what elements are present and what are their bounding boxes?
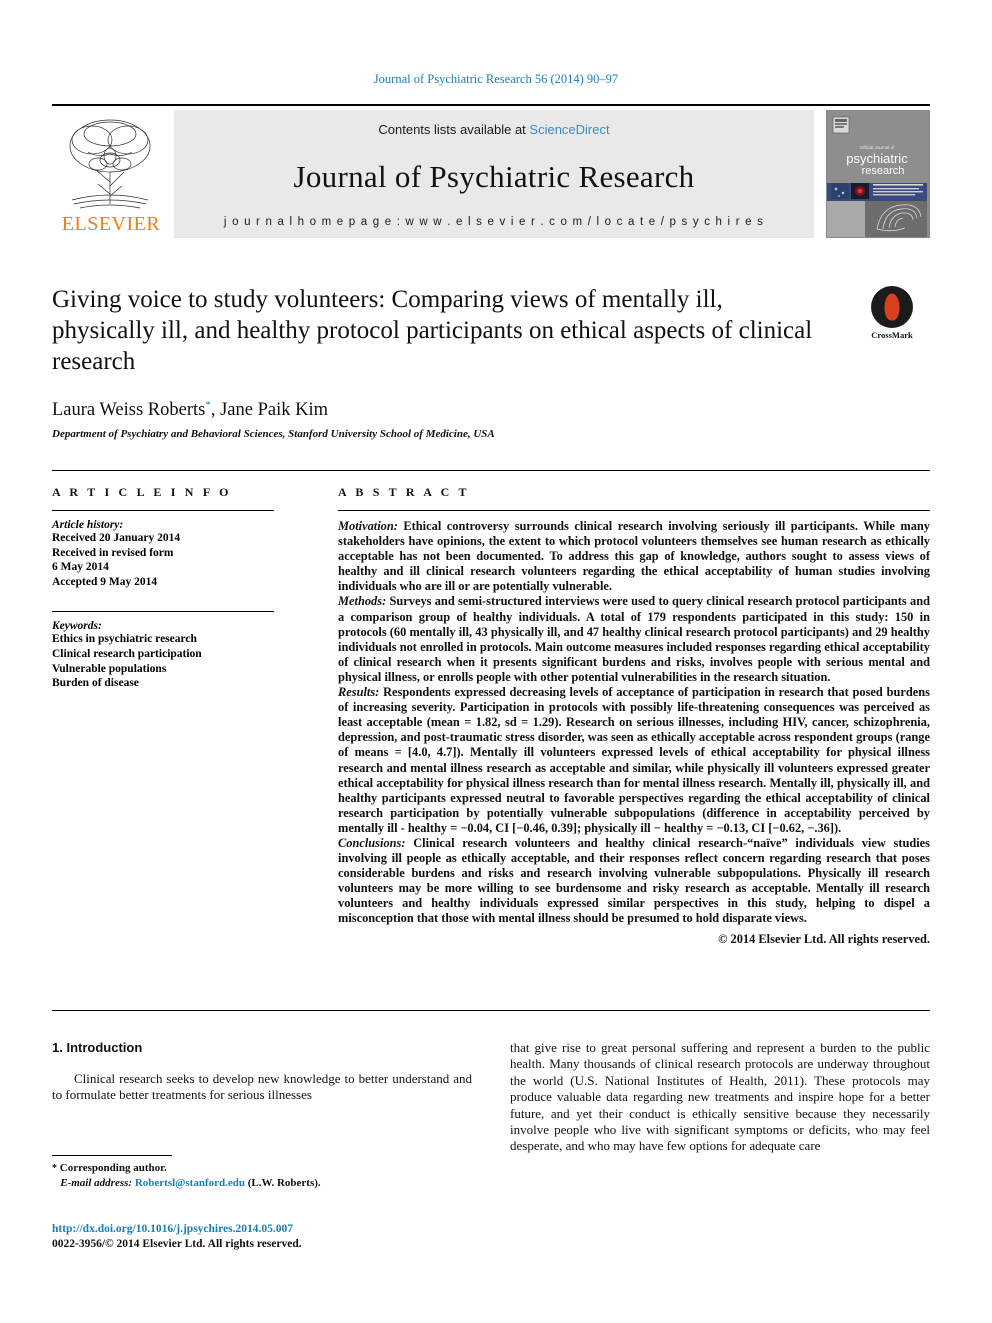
info-abstract-region: A R T I C L E I N F O Article history: R…: [52, 470, 930, 947]
title-block: CrossMark Giving voice to study voluntee…: [52, 284, 930, 440]
abstract-methods: Methods: Surveys and semi-structured int…: [338, 594, 930, 685]
abstract-motivation-label: Motivation:: [338, 519, 398, 533]
elsevier-tree-icon: [69, 119, 151, 209]
abstract-results-label: Results:: [338, 685, 380, 700]
journal-masthead: ELSEVIER Contents lists available at Sci…: [52, 104, 930, 238]
page-title: Giving voice to study volunteers: Compar…: [52, 286, 813, 375]
intro-paragraph-left: Clinical research seeks to develop new k…: [52, 1071, 472, 1103]
elsevier-logo: ELSEVIER: [52, 110, 170, 238]
crossmark-icon: [871, 286, 913, 328]
keywords-list: Ethics in psychiatric research Clinical …: [52, 632, 320, 690]
abstract-conclusions: Conclusions: Clinical research volunteer…: [338, 836, 930, 927]
svg-text:Official Journal of: Official Journal of: [860, 145, 895, 150]
keywords-label: Keywords:: [52, 620, 102, 633]
keywords-block: Keywords: Ethics in psychiatric research…: [52, 611, 320, 690]
keyword-item: Ethics in psychiatric research: [52, 633, 197, 646]
abstract-methods-text: Surveys and semi-structured interviews w…: [338, 594, 930, 684]
email-link[interactable]: Robertsl@stanford.edu: [135, 1177, 245, 1189]
abstract-results-text: Respondents expressed decreasing levels …: [338, 685, 930, 835]
body-column-right: that give rise to great personal sufferi…: [510, 1040, 930, 1155]
body-column-left: 1. Introduction Clinical research seeks …: [52, 1040, 472, 1155]
sciencedirect-link[interactable]: ScienceDirect: [529, 122, 609, 137]
abstract-conclusions-label: Conclusions:: [338, 835, 406, 850]
keyword-item: Vulnerable populations: [52, 662, 167, 675]
article-history-list: Received 20 January 2014 Received in rev…: [52, 531, 320, 589]
affiliation: Department of Psychiatry and Behavioral …: [52, 428, 495, 441]
article-info-heading: A R T I C L E I N F O: [52, 485, 232, 499]
crossmark-badge-group[interactable]: CrossMark: [854, 286, 930, 340]
footnote-divider: [52, 1155, 172, 1156]
email-note: E-mail address: Robertsl@stanford.edu (L…: [52, 1176, 472, 1190]
section-heading-introduction: 1. Introduction: [52, 1040, 143, 1055]
info-divider: [52, 510, 274, 511]
email-label: E-mail address:: [60, 1177, 133, 1189]
author-primary: Laura Weiss Roberts: [52, 400, 206, 421]
keyword-item: Burden of disease: [52, 677, 139, 690]
running-head: Journal of Psychiatric Research 56 (2014…: [373, 72, 619, 86]
body-top-divider: [52, 1010, 930, 1011]
contents-available-line: Contents lists available at ScienceDirec…: [378, 122, 609, 137]
crossmark-label: CrossMark: [871, 330, 913, 340]
article-info-column: A R T I C L E I N F O Article history: R…: [52, 485, 320, 947]
history-item: Received in revised form: [52, 546, 174, 559]
history-item: Received 20 January 2014: [52, 532, 181, 544]
email-suffix: (L.W. Roberts).: [244, 1177, 321, 1189]
keyword-item: Clinical research participation: [52, 647, 202, 660]
intro-paragraph-right: that give rise to great personal sufferi…: [510, 1040, 930, 1155]
body-columns: 1. Introduction Clinical research seeks …: [52, 1040, 930, 1155]
footnote-block: * Corresponding author. E-mail address: …: [52, 1155, 472, 1190]
svg-text:psychiatric: psychiatric: [846, 151, 908, 166]
abstract-methods-label: Methods:: [338, 594, 387, 609]
cover-artwork: Official Journal of psychiatric research: [827, 111, 927, 237]
abstract-motivation-text: Ethical controversy surrounds clinical r…: [338, 519, 930, 594]
abstract-motivation: Motivation: Ethical controversy surround…: [338, 519, 930, 594]
author-secondary: , Jane Paik Kim: [210, 400, 328, 421]
journal-band: Contents lists available at ScienceDirec…: [174, 110, 814, 238]
abstract-copyright: © 2014 Elsevier Ltd. All rights reserved…: [718, 931, 930, 946]
abstract-body: Motivation: Ethical controversy surround…: [338, 519, 930, 947]
journal-title: Journal of Psychiatric Research: [293, 158, 695, 194]
doi-block: http://dx.doi.org/10.1016/j.jpsychires.2…: [52, 1222, 482, 1252]
abstract-divider: [338, 510, 930, 511]
abstract-results: Results: Respondents expressed decreasin…: [338, 685, 930, 836]
history-item: 6 May 2014: [52, 561, 109, 574]
abstract-heading: A B S T R A C T: [338, 485, 470, 499]
author-list: Laura Weiss Roberts*, Jane Paik Kim: [52, 399, 930, 421]
abstract-conclusions-text: Clinical research volunteers and healthy…: [338, 835, 930, 926]
svg-text:research: research: [862, 165, 905, 177]
article-history-label: Article history:: [52, 519, 124, 531]
elsevier-wordmark: ELSEVIER: [61, 213, 161, 235]
history-item: Accepted 9 May 2014: [52, 575, 158, 588]
corresponding-author-note: * Corresponding author.: [52, 1161, 472, 1176]
citation-link-nih[interactable]: U.S. National Institutes of Health, 2011: [575, 1073, 800, 1088]
doi-link[interactable]: http://dx.doi.org/10.1016/j.jpsychires.2…: [52, 1222, 482, 1237]
issn-copyright: 0022-3956/© 2014 Elsevier Ltd. All right…: [52, 1238, 302, 1250]
contents-prefix: Contents lists available at: [378, 122, 530, 137]
journal-homepage[interactable]: j o u r n a l h o m e p a g e : w w w . …: [224, 216, 764, 228]
keywords-divider: [52, 611, 274, 613]
journal-cover-thumbnail: Official Journal of psychiatric research: [826, 110, 930, 238]
corresponding-author-text: Corresponding author.: [57, 1162, 167, 1174]
paper-page: Journal of Psychiatric Research 56 (2014…: [0, 0, 992, 1323]
abstract-column: A B S T R A C T Motivation: Ethical cont…: [338, 485, 930, 947]
